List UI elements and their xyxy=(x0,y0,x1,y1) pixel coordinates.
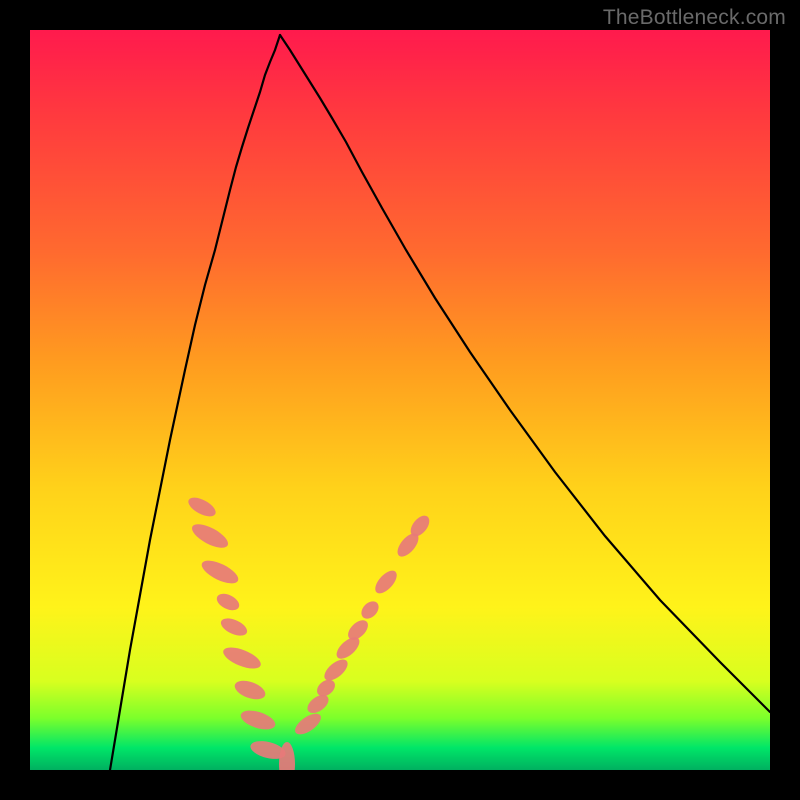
highlight-point xyxy=(218,615,249,639)
watermark-text: TheBottleneck.com xyxy=(603,6,786,30)
plot-area xyxy=(30,30,770,770)
highlight-point xyxy=(199,556,242,588)
highlight-point xyxy=(214,590,242,613)
highlight-point xyxy=(358,598,382,622)
highlight-points xyxy=(185,494,433,770)
highlight-point xyxy=(220,643,263,673)
curve-right-branch xyxy=(280,35,770,712)
highlight-point xyxy=(371,567,400,597)
curves-svg xyxy=(30,30,770,770)
highlight-point xyxy=(292,710,325,739)
highlight-point xyxy=(238,707,277,733)
highlight-point xyxy=(185,494,218,520)
highlight-point xyxy=(321,656,351,685)
highlight-point xyxy=(279,742,295,770)
chart-stage: TheBottleneck.com xyxy=(0,0,800,800)
curve-paths xyxy=(110,35,770,770)
highlight-point xyxy=(232,677,268,703)
highlight-point xyxy=(189,520,232,553)
